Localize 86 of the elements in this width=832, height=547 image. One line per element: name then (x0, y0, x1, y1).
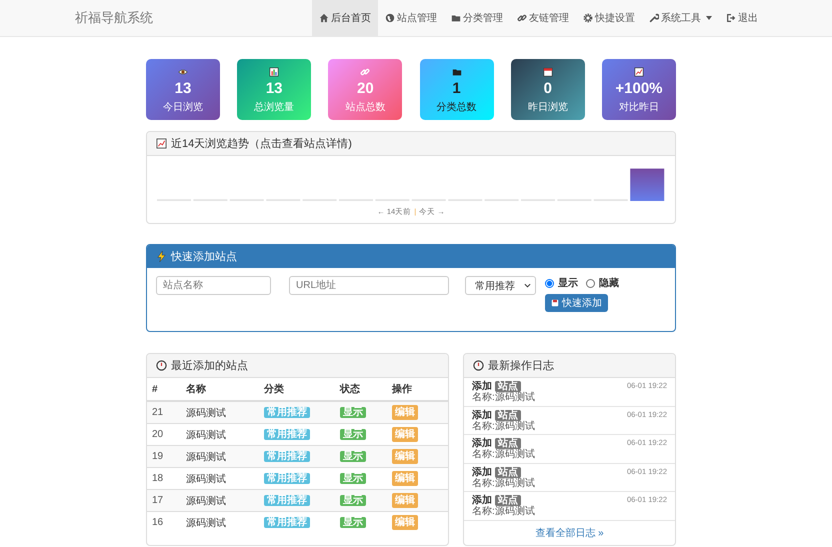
nav-item[interactable]: 退出 (719, 0, 765, 36)
nav-item[interactable]: 站点管理 (378, 0, 444, 36)
panel-title: 最近添加的站点 (171, 358, 248, 373)
quick-add-button[interactable]: 快速添加 (545, 294, 608, 312)
table-cell: 16 (147, 512, 181, 533)
clock-icon (156, 360, 167, 371)
url-field[interactable]: URL地址 (289, 276, 449, 295)
table-cell: 19 (147, 446, 181, 468)
log-action: 添加 (472, 381, 492, 392)
stat-value: +100% (615, 80, 662, 98)
log-detail: 名称:源码测试 (472, 420, 535, 432)
category-tag: 常用推荐 (264, 451, 310, 462)
table-cell: 21 (147, 401, 181, 424)
table-cell: 源码测试 (181, 446, 259, 468)
category-tag: 常用推荐 (264, 517, 310, 528)
chevron-down-icon (524, 283, 531, 288)
nav-item[interactable]: 后台首页 (312, 0, 378, 36)
stat-value: 13 (174, 80, 192, 98)
calendar-icon (542, 67, 553, 77)
eye-icon (178, 67, 188, 77)
radio-button[interactable] (545, 278, 554, 288)
nav-item[interactable]: 友链管理 (510, 0, 576, 36)
status-tag: 显示 (340, 473, 366, 484)
stat-label: 昨日浏览 (528, 100, 568, 114)
nav-item[interactable]: 分类管理 (444, 0, 510, 36)
log-tag: 站点 (495, 381, 521, 392)
save-icon (551, 299, 559, 307)
status-tag: 显示 (340, 429, 366, 440)
stat-label: 总浏览量 (254, 100, 294, 114)
clock-icon (473, 360, 484, 371)
log-tag: 站点 (495, 495, 521, 506)
log-action: 添加 (472, 495, 492, 506)
trend-chart-icon (156, 138, 167, 149)
stat-value: 13 (266, 80, 283, 98)
nav-item[interactable]: 系统工具 (642, 0, 719, 36)
status-tag: 显示 (340, 517, 366, 528)
table-cell: 17 (147, 490, 181, 512)
folder-icon (451, 13, 461, 23)
log-detail: 名称:源码测试 (472, 449, 535, 460)
radio-button[interactable] (586, 278, 595, 288)
log-tag: 站点 (495, 438, 521, 449)
table-cell: 源码测试 (181, 490, 259, 512)
log-detail: 名称:源码测试 (472, 392, 535, 403)
log-action: 添加 (472, 466, 492, 478)
trend-chart-icon (634, 67, 644, 77)
link-icon (360, 67, 370, 77)
table-cell: 源码测试 (181, 512, 259, 533)
log-action: 添加 (472, 438, 492, 449)
view-all-logs-link[interactable]: 查看全部日志 » (535, 528, 604, 538)
category-select[interactable]: 常用推荐 (465, 276, 536, 295)
wrench-icon (649, 13, 659, 23)
panel-title: 快速添加站点 (171, 250, 237, 264)
link-icon (517, 13, 527, 23)
folder-icon (452, 67, 462, 77)
category-tag: 常用推荐 (264, 495, 310, 506)
category-tag: 常用推荐 (264, 473, 310, 484)
status-tag: 显示 (340, 495, 366, 506)
nav-item[interactable]: 快捷设置 (576, 0, 642, 36)
stat-value: 1 (452, 80, 461, 98)
bar-chart-icon (269, 67, 280, 77)
log-tag: 站点 (495, 466, 521, 478)
log-tag: 站点 (495, 410, 521, 420)
status-tag: 显示 (340, 451, 366, 462)
table-cell: 源码测试 (181, 401, 259, 424)
stat-label: 对比昨日 (618, 100, 659, 114)
log-action: 添加 (472, 410, 492, 420)
site-name-field[interactable]: 站点名称 (156, 276, 271, 295)
status-tag: 显示 (340, 407, 366, 418)
visibility-radio[interactable]: 显示 (545, 276, 578, 290)
stat-value: 20 (357, 80, 374, 98)
stat-label: 分类总数 (436, 100, 477, 114)
lightning-icon (156, 250, 167, 262)
brand-title[interactable]: 祈福导航系统 (75, 9, 153, 27)
stat-value: 0 (544, 80, 552, 98)
category-tag: 常用推荐 (264, 429, 310, 440)
log-detail: 名称:源码测试 (472, 478, 535, 488)
log-detail: 名称:源码测试 (472, 506, 535, 517)
panel-title: 最新操作日志 (488, 358, 554, 373)
stat-label: 今日浏览 (163, 100, 203, 114)
gear-icon (583, 13, 593, 23)
logout-icon (726, 13, 736, 23)
panel-title: 近14天浏览趋势（点击查看站点详情) (171, 136, 352, 151)
home-icon (319, 13, 329, 23)
visibility-radio[interactable]: 隐藏 (586, 276, 619, 290)
stat-label: 站点总数 (345, 100, 386, 114)
category-tag: 常用推荐 (264, 407, 310, 418)
